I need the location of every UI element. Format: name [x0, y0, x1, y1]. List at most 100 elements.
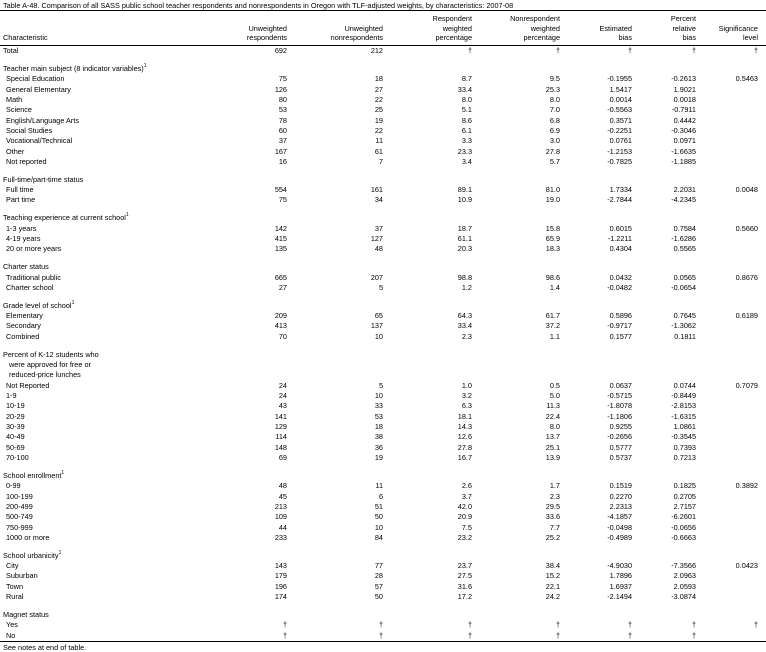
cell-unweighted-respondents: 135	[274, 244, 287, 254]
cell-unweighted-respondents: 53	[278, 105, 287, 115]
cell-characteristic: Yes	[6, 620, 18, 630]
cell-percent-relative-bias: -1.6635	[671, 146, 696, 156]
table-row: City 143 77 23.7 38.4 -4.9030 -7.3566 0.0423	[0, 560, 766, 570]
cell-respondent-pct: 33.4	[457, 84, 472, 94]
cell-unweighted-respondents: 142	[274, 223, 287, 233]
cell-percent-relative-bias: †	[691, 46, 696, 55]
cell-percent-relative-bias: 0.1825	[673, 481, 696, 491]
cell-characteristic: 0-99	[6, 481, 21, 491]
cell-unweighted-nonrespondents: 11	[375, 481, 383, 491]
cell-estimated-bias: -4.1857	[607, 512, 632, 522]
cell-respondent-pct: 17.2	[457, 592, 472, 602]
cell-estimated-bias: 0.1577	[609, 331, 632, 341]
table-row: Combined 70 10 2.3 1.1 0.1577 0.1811	[0, 331, 766, 341]
cell-percent-relative-bias: 0.7645	[673, 311, 696, 321]
cell-characteristic: 200-499	[6, 501, 33, 511]
row-spacer	[0, 462, 766, 470]
cell-respondent-pct: 1.0	[461, 380, 472, 390]
cell-unweighted-nonrespondents: 6	[378, 491, 383, 501]
cell-unweighted-nonrespondents: 11	[375, 136, 383, 146]
table-body: Total 692 212 † † † † † Teacher main subject (8 …	[0, 45, 766, 640]
cell-percent-relative-bias: 2.2031	[673, 185, 696, 195]
table-header: Characteristic Unweighted respondents Unw…	[0, 10, 766, 46]
section-heading: School urbanicity1	[0, 550, 766, 560]
cell-unweighted-nonrespondents: 28	[374, 571, 383, 581]
cell-percent-relative-bias: 0.4442	[673, 115, 696, 125]
cell-estimated-bias: 0.4304	[609, 244, 632, 254]
cell-characteristic: 750-999	[6, 522, 33, 532]
table-row: General Elementary 126 27 33.4 25.3 1.5417 1.9…	[0, 84, 766, 94]
cell-nonrespondent-pct: 81.0	[545, 185, 560, 195]
section-heading: Magnet status	[0, 609, 766, 619]
cell-nonrespondent-pct: 98.6	[545, 272, 560, 282]
table-row: 40-49 114 38 12.6 13.7 -0.2656 -0.3545	[0, 431, 766, 441]
cell-characteristic: Secondary	[6, 321, 41, 331]
cell-estimated-bias: 0.0637	[609, 380, 632, 390]
cell-estimated-bias: 1.6937	[609, 581, 632, 591]
cell-estimated-bias: 0.0432	[609, 272, 632, 282]
cell-percent-relative-bias: 0.0565	[673, 272, 696, 282]
cell-nonrespondent-pct: †	[555, 46, 560, 55]
section-heading-label: Teacher main subject (8 indicator variab…	[3, 62, 147, 73]
cell-percent-relative-bias: 0.2705	[673, 491, 696, 501]
cell-nonrespondent-pct: 25.1	[545, 442, 560, 452]
cell-estimated-bias: 0.5896	[609, 311, 632, 321]
row-spacer	[0, 205, 766, 213]
cell-significance-level: 0.8676	[735, 272, 758, 282]
cell-estimated-bias: -0.9717	[607, 321, 632, 331]
cell-respondent-pct: 3.7	[461, 491, 472, 501]
table-row: No † † † † † †	[0, 630, 766, 640]
cell-percent-relative-bias: 2.7157	[673, 501, 696, 511]
cell-characteristic: 500-749	[6, 512, 33, 522]
cell-percent-relative-bias: 0.0744	[673, 380, 696, 390]
cell-unweighted-respondents: 24	[278, 380, 287, 390]
cell-unweighted-nonrespondents: 5	[378, 282, 383, 292]
cell-estimated-bias: 1.5417	[609, 84, 632, 94]
cell-characteristic: 20 or more years	[6, 244, 62, 254]
table-row: 750-999 44 10 7.5 7.7 -0.0498 -0.0656	[0, 522, 766, 532]
cell-unweighted-nonrespondents: 65	[374, 311, 383, 321]
table-row: 20 or more years 135 48 20.3 18.3 0.4304 0.556…	[0, 243, 766, 253]
cell-estimated-bias: -0.5715	[607, 390, 632, 400]
cell-characteristic: Other	[6, 146, 25, 156]
cell-nonrespondent-pct: 19.0	[545, 195, 560, 205]
cell-nonrespondent-pct: 15.8	[545, 223, 560, 233]
cell-respondent-pct: 6.1	[461, 125, 472, 135]
cell-estimated-bias: 0.3571	[609, 115, 632, 125]
cell-unweighted-respondents: 69	[278, 453, 287, 463]
cell-nonrespondent-pct: †	[555, 630, 560, 640]
cell-respondent-pct: 16.7	[457, 453, 472, 463]
cell-characteristic: Special Education	[6, 74, 65, 84]
section-heading-label: School enrollment1	[3, 469, 65, 480]
table-row: Suburban 179 28 27.5 15.2 1.7896 2.0963	[0, 570, 766, 580]
cell-nonrespondent-pct: 9.5	[549, 74, 560, 84]
cell-characteristic: 1000 or more	[6, 532, 50, 542]
cell-unweighted-nonrespondents: †	[378, 630, 383, 640]
cell-characteristic: Suburban	[6, 571, 38, 581]
cell-percent-relative-bias: -0.0656	[671, 522, 696, 532]
cell-unweighted-nonrespondents: 34	[374, 195, 383, 205]
table-row: 200-499 213 51 42.0 29.5 2.2313 2.7157	[0, 501, 766, 511]
cell-characteristic: 1-9	[6, 390, 17, 400]
cell-characteristic: Science	[6, 105, 32, 115]
cell-nonrespondent-pct: 5.0	[549, 390, 560, 400]
cell-respondent-pct: 7.5	[461, 522, 472, 532]
cell-unweighted-respondents: 114	[275, 432, 287, 442]
cell-respondent-pct: 23.2	[457, 532, 472, 542]
header-unweighted-nonrespondents: Unweighted nonrespondents	[330, 23, 383, 43]
cell-unweighted-nonrespondents: 57	[374, 581, 383, 591]
cell-estimated-bias: -0.2251	[607, 125, 632, 135]
cell-characteristic: Social Studies	[6, 125, 53, 135]
cell-unweighted-respondents: 143	[274, 561, 287, 571]
cell-unweighted-nonrespondents: 36	[374, 442, 383, 452]
cell-nonrespondent-pct: 29.5	[545, 501, 560, 511]
header-significance-level: Significance level	[718, 23, 758, 43]
table-row: Yes † † † † † † †	[0, 619, 766, 629]
cell-unweighted-nonrespondents: †	[378, 620, 383, 630]
cell-respondent-pct: 8.0	[461, 94, 472, 104]
cell-respondent-pct: 33.4	[457, 321, 472, 331]
cell-percent-relative-bias: -1.6315	[671, 411, 696, 421]
cell-percent-relative-bias: -0.8449	[671, 390, 696, 400]
table-row: Total 692 212 † † † † †	[0, 45, 766, 55]
cell-unweighted-nonrespondents: 38	[374, 432, 383, 442]
